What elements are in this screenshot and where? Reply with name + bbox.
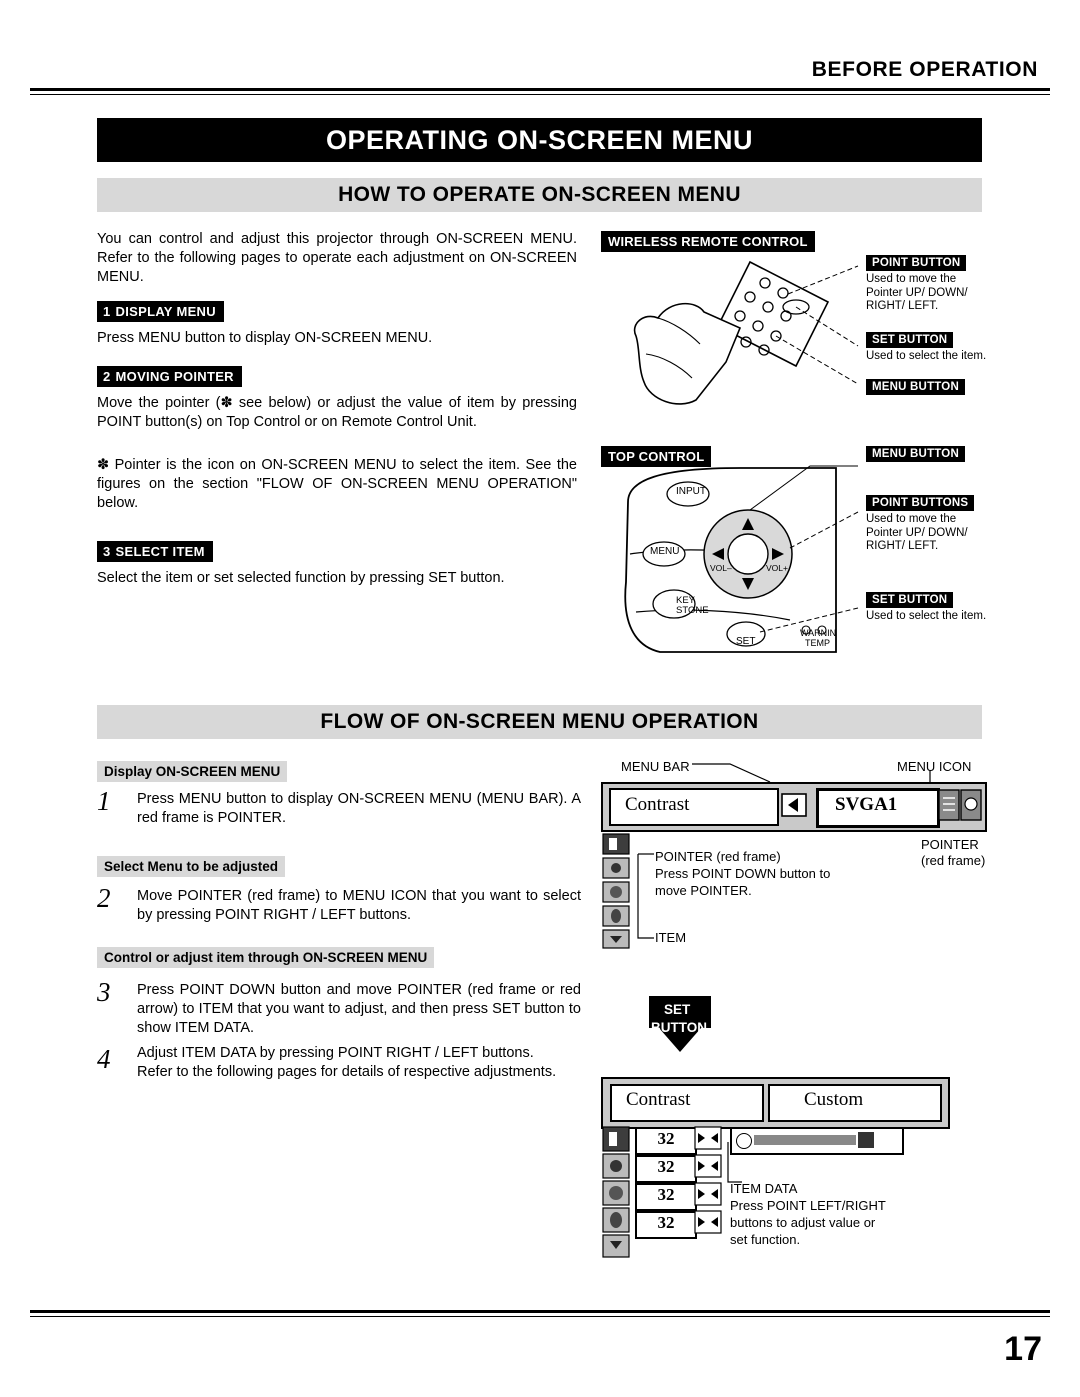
menu-bar-source-text: SVGA1 — [835, 794, 898, 815]
intro-paragraph: You can control and adjust this projecto… — [97, 231, 577, 285]
menu-bar-arrow-icon — [781, 793, 807, 817]
set-button-arrow-line1: SET — [664, 1002, 691, 1017]
flow-step-3-label: Control or adjust item through ON-SCREEN… — [97, 947, 435, 968]
running-head: BEFORE OPERATION — [811, 58, 1038, 81]
item-value-4: 32 — [635, 1211, 697, 1239]
menu-bar-title-box: Contrast — [609, 788, 779, 826]
step-3-title: SELECT ITEM — [115, 544, 205, 559]
section-heading-flow: FLOW OF ON-SCREEN MENU OPERATION — [97, 705, 982, 739]
footer-rule-thin — [30, 1316, 1050, 1317]
flow-step-4-body: Adjust ITEM DATA by pressing POINT RIGHT… — [137, 1045, 557, 1080]
flow-step-1-number: 1 — [97, 786, 111, 816]
menu-bar-source-box: SVGA1 — [816, 788, 940, 828]
top-control-input-label: INPUT — [676, 486, 706, 497]
step-1-title: DISPLAY MENU — [115, 304, 216, 319]
top-control-set-label: SET — [736, 636, 756, 647]
section-heading-how-to-operate: HOW TO OPERATE ON-SCREEN MENU — [97, 178, 982, 212]
item-value-2: 32 — [635, 1155, 697, 1183]
flow-step-2-label: Select Menu to be adjusted — [97, 856, 286, 877]
footer-rule-thick — [30, 1310, 1050, 1313]
top-control-keystone-label: KEY STONE — [676, 595, 709, 616]
callout-menu-button-label: MENU BUTTON — [866, 379, 965, 395]
callout-point-buttons-text: Used to move the Pointer UP/ DOWN/ RIGHT… — [866, 513, 968, 552]
flow-step-1-body: Press MENU button to display ON-SCREEN M… — [137, 791, 581, 826]
diagram1-pointer-leaders — [637, 853, 654, 939]
callout-point-button-text: Used to move the Pointer UP/ DOWN/ RIGHT… — [866, 273, 968, 312]
flow-step-2-body: Move POINTER (red frame) to MENU ICON th… — [137, 888, 581, 923]
top-control-vol-minus-label: VOL– — [710, 563, 732, 573]
callout-set-button-text: Used to select the item. — [866, 350, 987, 362]
flow-step-2-number: 2 — [97, 883, 111, 913]
step-2-number: 2 — [103, 369, 111, 384]
flow-step-1-label: Display ON-SCREEN MENU — [97, 761, 288, 782]
item-data-note: Press POINT LEFT/RIGHT buttons to adjust… — [730, 1198, 886, 1247]
callout-point-buttons-label: POINT BUTTONS — [866, 495, 975, 511]
menu-bar-title-text: Contrast — [625, 794, 690, 815]
pointer-caption-sub: (red frame) — [921, 853, 986, 868]
page-number: 17 — [1004, 1330, 1042, 1368]
pointer-caption: POINTER — [921, 837, 979, 852]
slider-fill — [754, 1135, 856, 1145]
item-data-title-box: Contrast — [610, 1084, 764, 1122]
step-2-note: ✽ Pointer is the icon on ON-SCREEN MENU … — [97, 457, 577, 511]
item-data-slider — [730, 1127, 904, 1155]
item-value-1: 32 — [635, 1127, 697, 1155]
step-1-label: 1 DISPLAY MENU — [97, 301, 224, 322]
step-3-label: 3 SELECT ITEM — [97, 541, 213, 562]
menu-bar-right-icons — [938, 789, 982, 821]
step-3-body: Select the item or set selected function… — [97, 570, 505, 586]
flow-step-4-number: 4 — [97, 1044, 111, 1074]
top-control-menu-label: MENU — [650, 546, 680, 557]
callout-top-menu-button-label: MENU BUTTON — [866, 446, 965, 462]
header-rule-thick — [30, 88, 1050, 91]
page-title: OPERATING ON-SCREEN MENU — [97, 118, 982, 162]
flow-step-3-body: Press POINT DOWN button and move POINTER… — [137, 982, 581, 1036]
callout-point-button-label: POINT BUTTON — [866, 255, 967, 271]
callout-top-set-button-text: Used to select the item. — [866, 610, 987, 622]
flow-step-3-number: 3 — [97, 977, 111, 1007]
custom-text: Custom — [804, 1089, 864, 1110]
step-2-label: 2 MOVING POINTER — [97, 366, 242, 387]
pointer-note-text: Press POINT DOWN button to move POINTER. — [655, 866, 831, 898]
slider-marker — [858, 1132, 874, 1148]
item-caption: ITEM — [655, 930, 687, 945]
top-control-vol-plus-label: VOL+ — [766, 563, 788, 573]
step-3-number: 3 — [103, 544, 111, 559]
set-button-arrow-line2: BUTTON — [651, 1020, 707, 1035]
item-data-title-text: Contrast — [626, 1089, 691, 1110]
step-2-body: Move the pointer (✽ see below) or adjust… — [97, 395, 577, 430]
pointer-note-title: POINTER (red frame) — [655, 849, 781, 864]
wireless-remote-illustration — [633, 260, 859, 405]
header-rule-thin — [30, 94, 1050, 95]
item-data-caption: ITEM DATA — [730, 1181, 798, 1196]
item-value-3: 32 — [635, 1183, 697, 1211]
callout-set-button-label: SET BUTTON — [866, 332, 954, 348]
callout-top-set-button-label: SET BUTTON — [866, 592, 954, 608]
manual-page: BEFORE OPERATION OPERATING ON-SCREEN MEN… — [0, 0, 1080, 1397]
step-1-body: Press MENU button to display ON-SCREEN M… — [97, 330, 433, 346]
diagram1-leader-lines — [692, 763, 931, 782]
step-2-title: MOVING POINTER — [115, 369, 234, 384]
top-control-warning-temp-label: WARNIN TEMP — [800, 628, 837, 648]
wireless-remote-control-label: WIRELESS REMOTE CONTROL — [601, 231, 815, 252]
step-1-number: 1 — [103, 304, 111, 319]
custom-box: Custom — [768, 1084, 942, 1122]
